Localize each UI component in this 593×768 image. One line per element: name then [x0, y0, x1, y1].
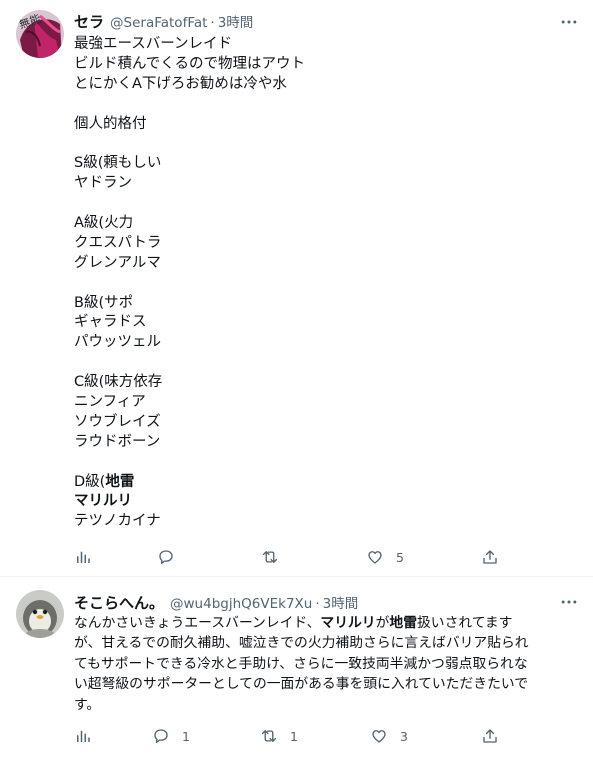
- display-name[interactable]: そこらへん。: [74, 592, 164, 613]
- text-line: てもサポートできる冷水と手助け、さらに一致技両半減かつ弱点取られな: [74, 655, 528, 672]
- text-line: ラウドボーン: [74, 433, 161, 450]
- share-button[interactable]: [481, 724, 499, 748]
- text-line: ヤドラン: [74, 175, 132, 192]
- tweet-text: なんかさいきょうエースバーンレイド、マリルリが地雷扱いされてます が、甘えるでの…: [74, 613, 579, 715]
- tweet[interactable]: 無能 セラ @SeraFatofFat · 3時間 最強エースバーンレイド ビル…: [0, 0, 593, 576]
- bold-text: マリルリ: [74, 493, 132, 510]
- text-line: B級(サポ: [74, 294, 134, 311]
- share-icon: [483, 550, 497, 564]
- user-handle[interactable]: @wu4bgjhQ6VEk7Xu: [170, 596, 312, 612]
- text-line: ギャラドス: [74, 314, 147, 331]
- share-icon: [483, 729, 497, 743]
- text-line: C級(味方依存: [74, 374, 163, 391]
- text-line: D級(地雷: [74, 473, 574, 493]
- tweet[interactable]: そこらへん。 @wu4bgjhQ6VEk7Xu · 3時間 なんかさいきょうエー…: [0, 578, 593, 768]
- like-count: 3: [400, 728, 408, 744]
- analytics-button[interactable]: [74, 724, 92, 748]
- analytics-icon: [77, 730, 90, 742]
- avatar-image: 無能: [16, 10, 64, 58]
- text-line: 個人的格付: [74, 115, 147, 132]
- reply-button[interactable]: [157, 545, 187, 569]
- text-line: ニンフィア: [74, 394, 146, 411]
- divider: [0, 576, 593, 577]
- like-icon: [372, 730, 386, 743]
- reply-count: 1: [182, 728, 190, 744]
- text-line-blank: [74, 194, 574, 214]
- more-icon[interactable]: [559, 592, 579, 612]
- retweet-button[interactable]: [261, 545, 291, 569]
- reply-button[interactable]: 1: [152, 724, 190, 748]
- separator-dot: ·: [210, 15, 215, 31]
- text-line: が、甘えるでの耐久補助、嘘泣きでの火力補助さらに言えばバリア貼られ: [74, 635, 529, 652]
- display-name[interactable]: セラ: [74, 11, 104, 32]
- action-bar: 1 1 3: [74, 724, 514, 748]
- separator-dot: ·: [315, 596, 320, 612]
- text-line: パウッツェル: [74, 334, 161, 351]
- avatar[interactable]: 無能: [16, 10, 64, 58]
- text-line: ソウブレイズ: [74, 413, 161, 430]
- text-fragment: D級(: [74, 473, 106, 490]
- share-button[interactable]: [481, 545, 499, 569]
- text-line: S級(頼もしい: [74, 155, 162, 172]
- bold-text: 地雷: [389, 615, 417, 631]
- tweet-header: セラ @SeraFatofFat · 3時間: [74, 11, 253, 32]
- text-line: い超弩級のサポーターとしての一面がある事を頭に入れていただきたいで: [74, 676, 529, 693]
- analytics-icon: [77, 551, 90, 563]
- retweet-button[interactable]: 1: [260, 724, 298, 748]
- like-icon: [368, 551, 382, 564]
- timestamp[interactable]: 3時間: [218, 11, 254, 31]
- more-icon[interactable]: [559, 12, 579, 32]
- retweet-count: 1: [290, 728, 298, 744]
- timestamp[interactable]: 3時間: [323, 592, 359, 612]
- text-line: とにかくA下げろお勧めは冷や水: [74, 75, 287, 92]
- reply-icon: [154, 729, 168, 744]
- text-line-blank: [74, 453, 574, 473]
- tweet-text: 最強エースバーンレイド ビルド積んでくるので物理はアウト とにかくA下げろお勧め…: [74, 35, 574, 532]
- retweet-icon: [262, 551, 278, 563]
- like-count: 5: [396, 549, 404, 565]
- bold-text: マリルリ: [320, 615, 376, 631]
- like-button[interactable]: 3: [370, 724, 408, 748]
- like-button[interactable]: 5: [366, 545, 404, 569]
- reply-icon: [159, 550, 173, 565]
- user-handle[interactable]: @SeraFatofFat: [110, 15, 207, 31]
- action-bar: 5: [74, 545, 514, 569]
- text-fragment: 扱いされてます: [417, 615, 513, 631]
- text-line: なんかさいきょうエースバーンレイド、マリルリが地雷扱いされてます: [74, 613, 579, 633]
- text-line-blank: [74, 95, 574, 115]
- text-fragment: が: [375, 615, 390, 631]
- text-line-blank: [74, 134, 574, 154]
- text-line: テツノカイナ: [74, 513, 161, 530]
- text-line: ビルド積んでくるので物理はアウト: [74, 55, 305, 72]
- avatar-image: [16, 590, 64, 638]
- text-line-blank: [74, 274, 574, 294]
- text-line: グレンアルマ: [74, 254, 161, 271]
- avatar[interactable]: [16, 590, 64, 638]
- text-line: クエスパトラ: [74, 234, 162, 251]
- retweet-icon: [261, 730, 277, 742]
- text-line: A級(火力: [74, 215, 134, 232]
- bold-text: 地雷: [105, 473, 135, 490]
- text-fragment: なんかさいきょうエースバーンレイド、: [74, 615, 321, 631]
- analytics-button[interactable]: [74, 545, 92, 569]
- tweet-header: そこらへん。 @wu4bgjhQ6VEk7Xu · 3時間: [74, 592, 358, 613]
- text-line-blank: [74, 353, 574, 373]
- text-line: す。: [74, 696, 101, 713]
- text-line: 最強エースバーンレイド: [74, 36, 233, 52]
